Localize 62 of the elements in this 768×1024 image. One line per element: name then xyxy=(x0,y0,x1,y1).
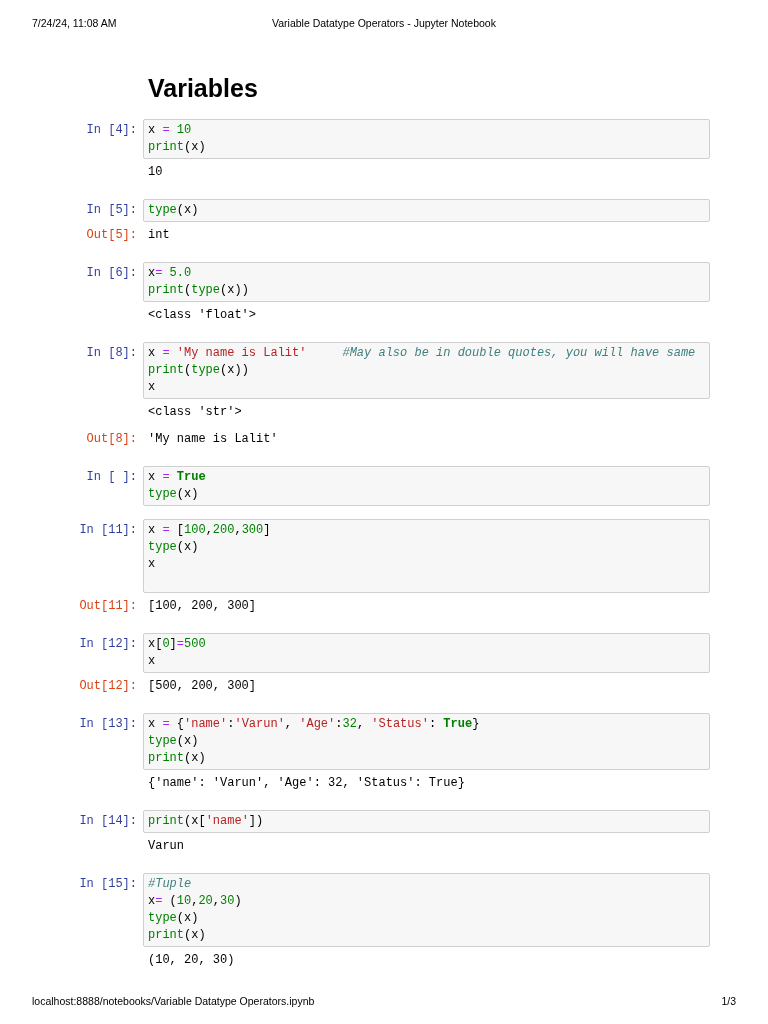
out-prompt: Out[11]: xyxy=(78,598,138,615)
code-line: type(x) xyxy=(148,733,200,750)
in-prompt: In [15]: xyxy=(78,876,138,893)
print-date: 7/24/24, 11:08 AM xyxy=(32,16,117,30)
code-line: print(x) xyxy=(148,139,207,156)
code-line: x= 5.0 xyxy=(148,265,193,282)
code-line: x= (10,20,30) xyxy=(148,893,243,910)
code-line: type(x) xyxy=(148,202,200,219)
notebook-heading: Variables xyxy=(148,73,259,104)
code-line: x xyxy=(148,556,157,573)
code-cell[interactable]: x = [100,200,300] type(x) x xyxy=(143,519,710,593)
code-cell[interactable]: x[0]=500 x xyxy=(143,633,710,673)
page-number: 1/3 xyxy=(721,994,736,1008)
output-text: 'My name is Lalit' xyxy=(147,431,278,448)
out-prompt: Out[12]: xyxy=(78,678,138,695)
code-line: print(type(x)) xyxy=(148,282,250,299)
output-text: Varun xyxy=(147,838,184,855)
in-prompt: In [ ]: xyxy=(85,469,138,486)
code-line: print(x) xyxy=(148,927,207,944)
code-line: x[0]=500 xyxy=(148,636,207,653)
in-prompt: In [5]: xyxy=(85,202,138,219)
code-line: print(type(x)) xyxy=(148,362,250,379)
output-text: [100, 200, 300] xyxy=(147,598,257,615)
code-line: x = 10 xyxy=(148,122,193,139)
in-prompt: In [12]: xyxy=(78,636,138,653)
output-text: <class 'float'> xyxy=(147,307,257,324)
code-line: print(x) xyxy=(148,750,207,767)
code-line: x = True xyxy=(148,469,207,486)
in-prompt: In [6]: xyxy=(85,265,138,282)
out-prompt: Out[8]: xyxy=(85,431,138,448)
code-line: x xyxy=(148,379,157,396)
output-text: int xyxy=(147,227,170,244)
code-cell[interactable]: x = 10 print(x) xyxy=(143,119,710,159)
code-line: print(x['name']) xyxy=(148,813,265,830)
code-line: #Tuple xyxy=(148,876,193,893)
page-url: localhost:8888/notebooks/Variable Datatype Operators.ipynb xyxy=(32,994,315,1008)
code-cell[interactable]: type(x) xyxy=(143,199,710,222)
output-text: [500, 200, 300] xyxy=(147,678,257,695)
output-text: <class 'str'> xyxy=(147,404,242,421)
in-prompt: In [11]: xyxy=(78,522,138,539)
code-line: type(x) xyxy=(148,486,200,503)
in-prompt: In [8]: xyxy=(85,345,138,362)
code-line: type(x) xyxy=(148,539,200,556)
code-line: x = [100,200,300] xyxy=(148,522,272,539)
code-cell[interactable]: x = True type(x) xyxy=(143,466,710,506)
in-prompt: In [13]: xyxy=(78,716,138,733)
code-line: x = 'My name is Lalit' #May also be in double quotes, you will have same xyxy=(148,345,697,362)
code-cell[interactable]: x = {'name':'Varun', 'Age':32, 'Status': True} type(x) print(x) xyxy=(143,713,710,770)
page-title: Variable Datatype Operators - Jupyter Notebook xyxy=(272,17,496,29)
code-line: type(x) xyxy=(148,910,200,927)
output-text: 10 xyxy=(147,164,163,181)
code-cell[interactable]: print(x['name']) xyxy=(143,810,710,833)
code-cell[interactable]: #Tuple x= (10,20,30) type(x) print(x) xyxy=(143,873,710,947)
code-cell[interactable]: x = 'My name is Lalit' #May also be in double quotes, you will have same print(type(x)) x xyxy=(143,342,710,399)
output-text: (10, 20, 30) xyxy=(147,952,235,969)
in-prompt: In [4]: xyxy=(85,122,138,139)
out-prompt: Out[5]: xyxy=(85,227,138,244)
code-line: x = {'name':'Varun', 'Age':32, 'Status': True} xyxy=(148,716,481,733)
code-line: x xyxy=(148,653,157,670)
in-prompt: In [14]: xyxy=(78,813,138,830)
output-text: {'name': 'Varun', 'Age': 32, 'Status': True} xyxy=(147,775,465,792)
code-cell[interactable]: x= 5.0 print(type(x)) xyxy=(143,262,710,302)
